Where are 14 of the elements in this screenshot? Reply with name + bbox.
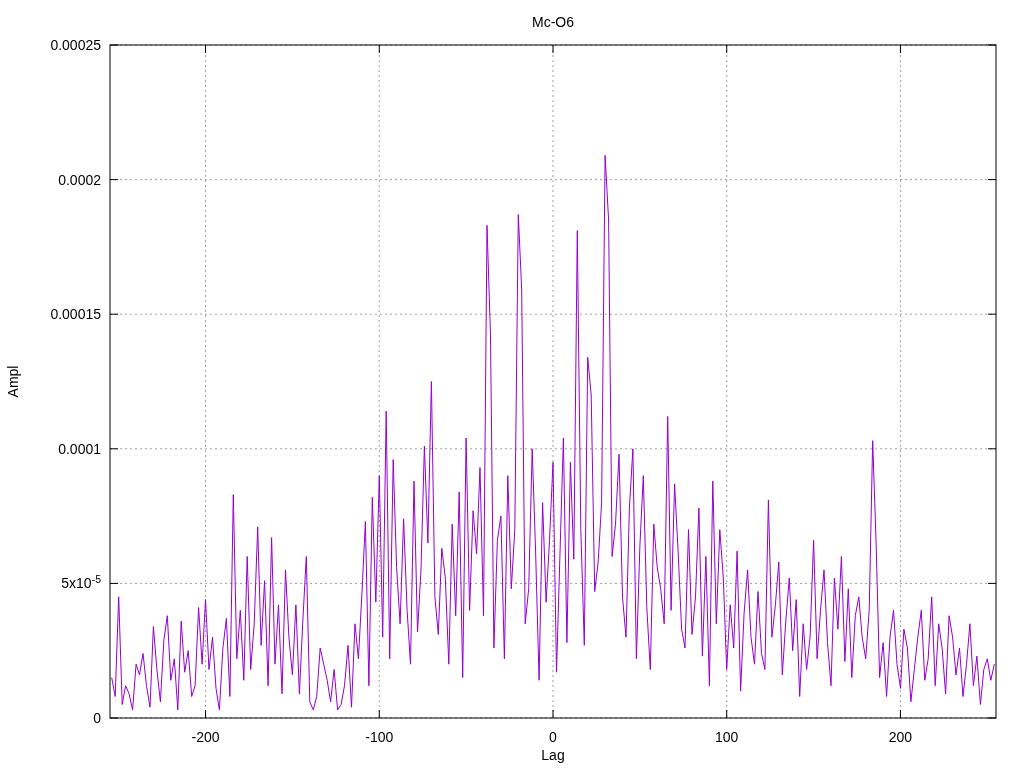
x-tick-label: 200: [888, 729, 913, 745]
x-tick-label: 100: [715, 729, 739, 745]
x-tick-label: -100: [365, 729, 394, 745]
y-tick-label: 0.00025: [50, 38, 101, 52]
y-axis-label: Ampl: [5, 365, 21, 398]
y-tick-label: 0: [93, 711, 101, 725]
x-axis-label: Lag: [541, 747, 565, 763]
y-tick-label: 0.0001: [58, 441, 101, 456]
y-tick-label: 0.00015: [50, 307, 101, 322]
x-tick-label: -200: [191, 729, 220, 745]
x-tick-label: 0: [549, 729, 557, 745]
y-tick-label: 5x10$^{-5}$: [61, 576, 101, 591]
chart-title: Mc-O6: [532, 14, 574, 30]
y-tick-label: 0.0002: [58, 172, 101, 187]
